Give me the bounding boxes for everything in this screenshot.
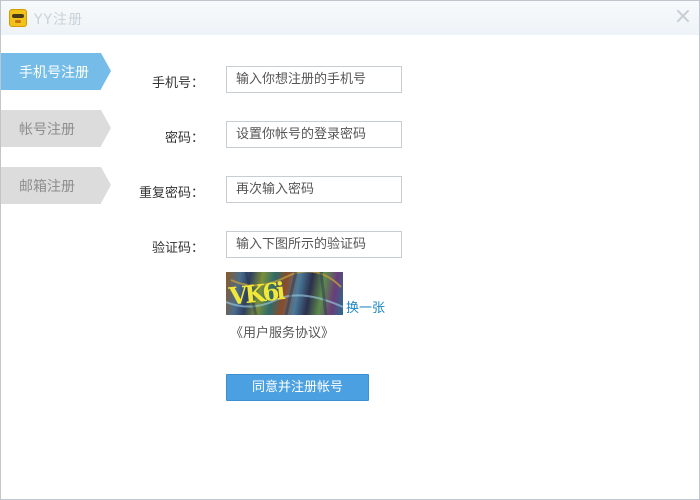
- tab-label: 邮箱注册: [19, 179, 75, 195]
- captcha-text: VK6i: [227, 276, 284, 311]
- captcha-input[interactable]: [226, 231, 402, 258]
- captcha-image[interactable]: VK6i: [226, 272, 343, 315]
- confirm-password-input[interactable]: [226, 176, 402, 203]
- tab-account-registration[interactable]: 帐号注册: [1, 110, 111, 147]
- tab-label: 帐号注册: [19, 122, 75, 138]
- tab-label: 手机号注册: [19, 65, 89, 81]
- title-bar[interactable]: YY注册: [1, 1, 699, 35]
- registration-window: YY注册 手机号注册 帐号注册 邮箱注册 手机号： 密码： 重复密码： 验证码：…: [0, 0, 700, 500]
- tab-arrow: [101, 110, 111, 146]
- confirm-password-label: 重复密码：: [138, 186, 204, 201]
- phone-input[interactable]: [226, 66, 402, 93]
- tab-arrow: [101, 167, 111, 203]
- yy-logo-icon: [9, 9, 27, 27]
- password-input[interactable]: [226, 121, 402, 148]
- agree-and-register-button[interactable]: 同意并注册帐号: [226, 374, 369, 401]
- password-label: 密码：: [164, 131, 204, 146]
- captcha-label: 验证码：: [151, 241, 204, 256]
- tab-phone-registration[interactable]: 手机号注册: [1, 53, 111, 90]
- close-icon[interactable]: [675, 8, 691, 24]
- phone-label: 手机号：: [151, 76, 204, 91]
- tab-email-registration[interactable]: 邮箱注册: [1, 167, 111, 204]
- refresh-captcha-link[interactable]: 换一张: [346, 297, 385, 316]
- tab-arrow: [101, 53, 111, 89]
- window-title: YY注册: [34, 12, 84, 28]
- user-agreement-link[interactable]: 《用户服务协议》: [230, 322, 334, 341]
